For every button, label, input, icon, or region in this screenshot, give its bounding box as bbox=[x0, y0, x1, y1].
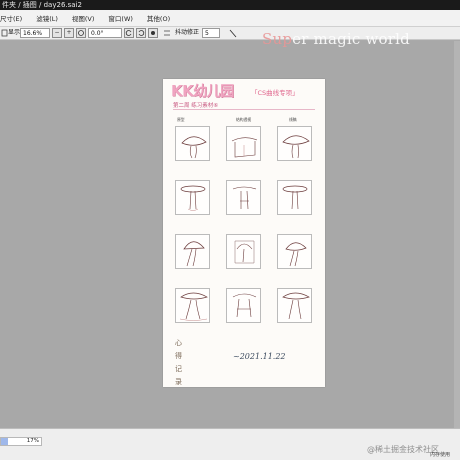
zoom-reset-button[interactable] bbox=[76, 28, 86, 38]
lesson-label: 第二周 练习素材⑥ bbox=[173, 103, 219, 109]
memory-label: 内存使用 bbox=[430, 452, 451, 458]
zoom-input[interactable]: 16.6% bbox=[20, 28, 50, 38]
sketch-cell bbox=[226, 234, 261, 269]
vertical-scrollbar[interactable] bbox=[454, 41, 460, 428]
window-title: 件夹 / 插图 / day26.sai2 bbox=[0, 0, 460, 10]
menu-view[interactable]: 视图(V) bbox=[72, 13, 95, 23]
menu-filter[interactable]: 滤镜(L) bbox=[36, 13, 58, 23]
menu-window[interactable]: 窗口(W) bbox=[108, 13, 133, 23]
sketch-cell bbox=[175, 288, 210, 323]
menu-bar: 尺寸(E) 滤镜(L) 视图(V) 窗口(W) 其他(O) bbox=[0, 10, 460, 27]
watermark-bottom: @稀土掘金技术社区 bbox=[367, 445, 439, 454]
stabilizer-label: 抖动修正 bbox=[175, 29, 200, 36]
sketch-cell bbox=[226, 180, 261, 215]
zoom-label: 显示 bbox=[8, 29, 21, 36]
zoom-in-button[interactable]: + bbox=[64, 28, 74, 38]
progress-bar: 17% bbox=[0, 437, 42, 446]
menu-size[interactable]: 尺寸(E) bbox=[0, 13, 22, 23]
sketch-cell bbox=[175, 234, 210, 269]
menu-other[interactable]: 其他(O) bbox=[147, 13, 170, 23]
canvas-paper[interactable]: KK幼儿园 「CS曲线专项」 第二周 练习素材⑥ 原型 结构透视 线稿 心得记录… bbox=[163, 79, 325, 387]
navigator-icon[interactable] bbox=[1, 28, 8, 38]
rotate-left-button[interactable] bbox=[124, 28, 134, 38]
progress-fill bbox=[1, 438, 8, 445]
sketch-cell bbox=[277, 180, 312, 215]
sketch-cell bbox=[277, 234, 312, 269]
progress-text: 17% bbox=[26, 438, 39, 444]
logo-cn: 幼儿园 bbox=[193, 84, 234, 100]
column-header-structure: 结构透视 bbox=[236, 117, 252, 122]
sketch-cell bbox=[226, 288, 261, 323]
column-header-lineart: 线稿 bbox=[289, 117, 297, 122]
logo-latin: KK bbox=[171, 82, 194, 100]
logo: KK幼儿园 bbox=[171, 81, 234, 101]
notes-label: 心得记录 bbox=[175, 339, 182, 386]
sketch-cell bbox=[175, 180, 210, 215]
worksheet-subtitle: 「CS曲线专项」 bbox=[251, 89, 299, 97]
pen-icon[interactable] bbox=[229, 28, 237, 38]
watermark-top: Super magic world bbox=[262, 30, 410, 48]
stabilizer-select[interactable]: 5 bbox=[202, 28, 220, 38]
zoom-out-button[interactable]: − bbox=[52, 28, 62, 38]
sketch-cell bbox=[277, 126, 312, 161]
column-header-prototype: 原型 bbox=[177, 117, 185, 122]
rotate-right-button[interactable] bbox=[136, 28, 146, 38]
notes-date: ~2021.11.22 bbox=[233, 352, 286, 361]
rotate-reset-button[interactable] bbox=[148, 28, 158, 38]
sketch-cell bbox=[277, 288, 312, 323]
flip-icon[interactable] bbox=[163, 28, 171, 38]
sketch-cell bbox=[226, 126, 261, 161]
divider bbox=[173, 109, 315, 110]
sketch-cell bbox=[175, 126, 210, 161]
rotation-input[interactable]: 0.0° bbox=[88, 28, 122, 38]
